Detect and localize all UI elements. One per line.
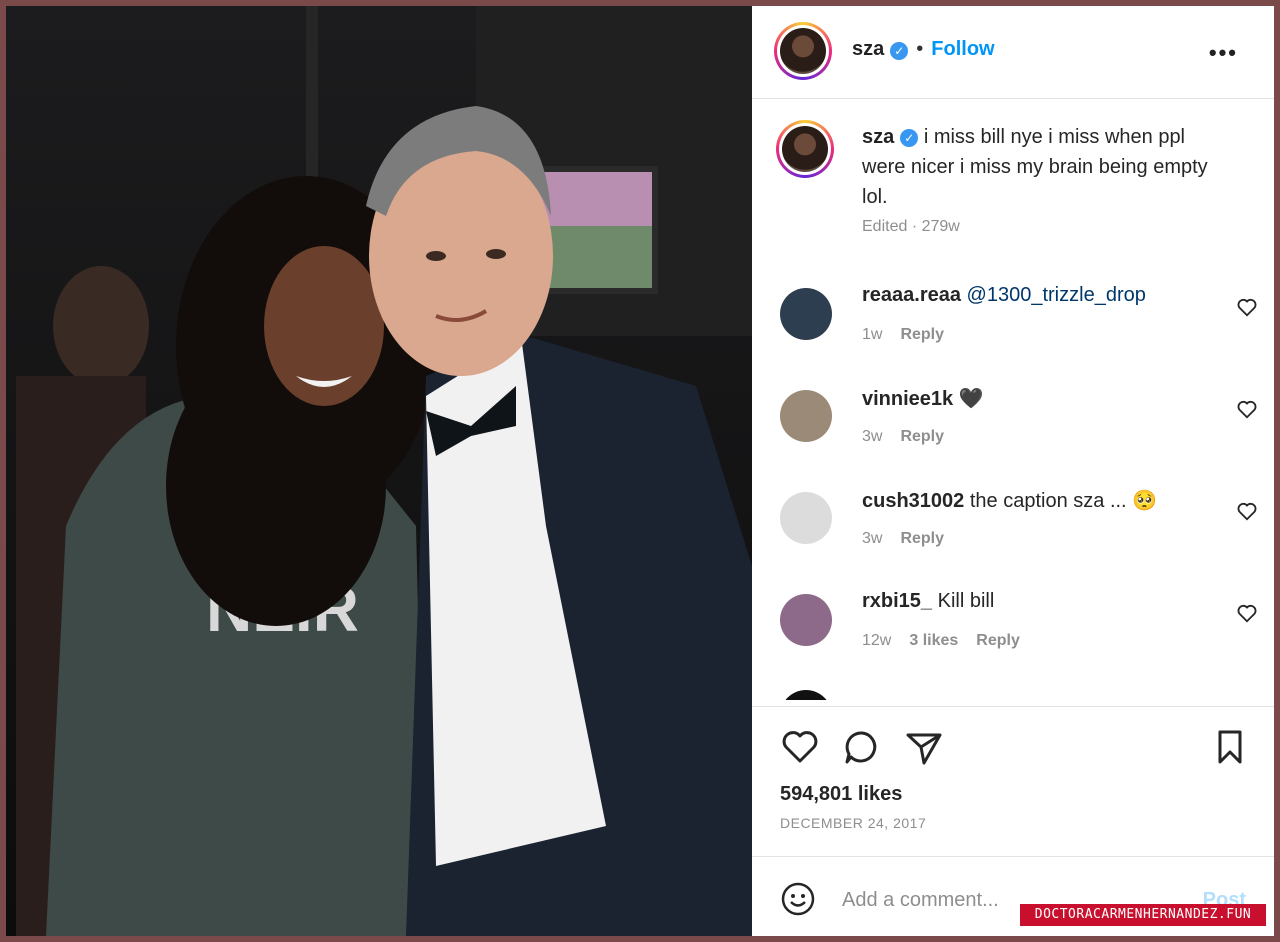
comment-like-heart-icon[interactable] <box>1236 398 1258 420</box>
more-options-icon[interactable]: ••• <box>1209 40 1238 66</box>
author-username[interactable]: sza <box>852 38 884 60</box>
comment-time: 3w <box>862 428 883 445</box>
post-frame: NEIR sza✓•Follo <box>6 6 1274 936</box>
author-avatar[interactable] <box>774 22 832 80</box>
caption-username[interactable]: sza <box>862 126 894 148</box>
comment-item: vinniee1k 🖤 3w Reply <box>780 382 1260 472</box>
reply-button[interactable]: Reply <box>900 428 944 445</box>
comment-text: Kill bill <box>937 590 995 612</box>
verified-badge-icon: ✓ <box>890 41 909 60</box>
comment-like-heart-icon[interactable] <box>1236 500 1258 522</box>
comment-username[interactable]: rxbi15_ <box>862 590 932 612</box>
site-watermark: DOCTORACARMENHERNANDEZ.FUN <box>1020 904 1266 926</box>
comment-like-heart-icon[interactable] <box>1236 296 1258 318</box>
post-date: DECEMBER 24, 2017 <box>780 815 927 831</box>
comment-time: 3w <box>862 530 883 547</box>
comment-username[interactable]: cush31002 <box>862 490 964 512</box>
comments-list[interactable]: reaaa.reaa @1300_trizzle_drop 1w Reply vi… <box>752 270 1274 700</box>
comment-time: 1w <box>862 326 883 343</box>
header-user-row: sza ✓ • Follow <box>852 38 995 61</box>
post-photo[interactable]: NEIR <box>6 6 752 936</box>
header-separator: • <box>916 38 924 60</box>
comment-bubble-icon[interactable] <box>842 727 882 767</box>
post-header: sza ✓ • Follow ••• <box>752 6 1274 99</box>
comment-item: cush31002 the caption sza ... 🥺 3w Reply <box>780 484 1260 574</box>
photo-illustration: NEIR <box>6 6 752 936</box>
comment-avatar[interactable] <box>780 594 832 646</box>
share-send-icon[interactable] <box>904 727 944 767</box>
comment-text: 🖤 <box>958 388 984 410</box>
reply-button[interactable]: Reply <box>900 530 944 547</box>
comment-username[interactable]: vinniee1k <box>862 388 953 410</box>
comment-likes[interactable]: 3 likes <box>909 632 958 649</box>
likes-count[interactable]: 594,801 likes <box>780 783 902 806</box>
like-heart-icon[interactable] <box>780 727 820 767</box>
follow-button[interactable]: Follow <box>931 38 994 60</box>
save-bookmark-icon[interactable] <box>1210 727 1250 767</box>
post-details-panel: sza ✓ • Follow ••• sza ✓ i miss bill nye i m… <box>752 6 1274 936</box>
comment-text: the caption sza ... 🥺 <box>969 490 1158 512</box>
caption-avatar[interactable] <box>776 120 834 178</box>
caption-text: sza ✓ i miss bill nye i miss when ppl wer… <box>862 122 1232 212</box>
caption-verified-icon: ✓ <box>900 128 919 147</box>
post-actions: 594,801 likes DECEMBER 24, 2017 <box>752 706 1274 857</box>
emoji-smiley-icon[interactable] <box>780 881 816 917</box>
comment-time: 12w <box>862 632 892 649</box>
comment-avatar-partial[interactable] <box>780 690 832 700</box>
comment-avatar[interactable] <box>780 492 832 544</box>
comment-mention[interactable]: @1300_trizzle_drop <box>967 284 1146 306</box>
comment-avatar[interactable] <box>780 288 832 340</box>
caption-meta: Edited · 279w <box>862 218 960 235</box>
reply-button[interactable]: Reply <box>900 326 944 343</box>
comment-item: reaaa.reaa @1300_trizzle_drop 1w Reply <box>780 280 1260 370</box>
comment-avatar[interactable] <box>780 390 832 442</box>
comment-item: rxbi15_ Kill bill 12w 3 likes Reply <box>780 586 1260 676</box>
comment-like-heart-icon[interactable] <box>1236 602 1258 624</box>
comment-username[interactable]: reaaa.reaa <box>862 284 961 306</box>
reply-button[interactable]: Reply <box>976 632 1020 649</box>
